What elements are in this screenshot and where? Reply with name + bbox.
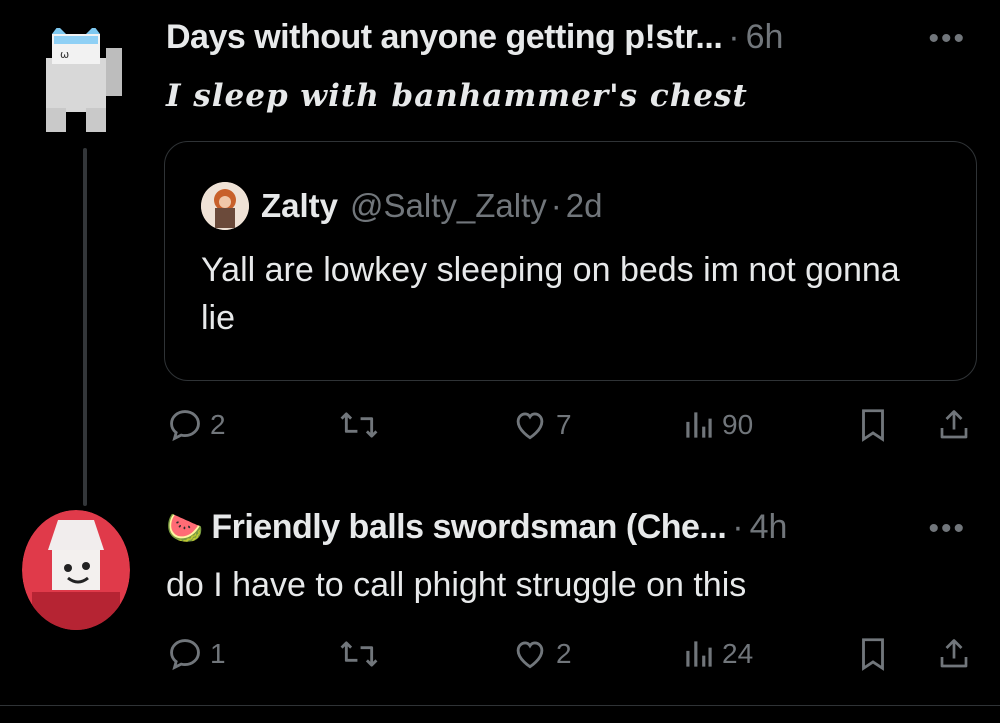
quote-separator: · bbox=[550, 187, 562, 224]
quote-handle[interactable]: @Salty_Zalty bbox=[350, 187, 547, 225]
quote-header: Zalty @Salty_Zalty · 2d bbox=[201, 182, 602, 230]
like-count: 2 bbox=[556, 638, 572, 669]
reply-button[interactable]: 2 bbox=[166, 406, 226, 444]
post-time[interactable]: 4h bbox=[750, 508, 788, 547]
post-2[interactable]: 🍉 Friendly balls swordsman (Che... · 4h … bbox=[0, 470, 1000, 705]
action-bar: 2 7 90 bbox=[166, 406, 976, 446]
separator-dot: · bbox=[728, 18, 740, 56]
share-button[interactable] bbox=[936, 406, 972, 444]
avatar[interactable]: ω bbox=[40, 28, 128, 132]
post-time[interactable]: 6h bbox=[746, 18, 784, 57]
share-icon bbox=[940, 410, 968, 439]
views-icon bbox=[686, 412, 712, 438]
repost-icon bbox=[340, 641, 378, 667]
quote-author-name[interactable]: Zalty bbox=[261, 187, 338, 225]
views-count: 90 bbox=[722, 409, 754, 440]
post-1[interactable]: ω Days without anyone getting p!str... ·… bbox=[0, 0, 1000, 506]
quote-time[interactable]: 2d bbox=[566, 187, 603, 225]
bookmark-icon bbox=[862, 638, 884, 671]
repost-button[interactable] bbox=[336, 635, 382, 673]
repost-button[interactable] bbox=[336, 406, 382, 444]
heart-icon bbox=[516, 641, 544, 669]
more-options-icon[interactable]: ••• bbox=[928, 22, 966, 56]
zalty-avatar-icon bbox=[201, 182, 249, 230]
cat-avatar-icon: ω bbox=[46, 28, 122, 132]
divider bbox=[0, 705, 1000, 706]
bookmark-icon bbox=[862, 409, 884, 442]
reply-count: 2 bbox=[210, 409, 226, 440]
author-name[interactable]: Friendly balls swordsman (Che... bbox=[211, 508, 726, 547]
views-button[interactable]: 24 bbox=[682, 635, 753, 673]
quote-avatar bbox=[201, 182, 249, 230]
post-text: do I have to call phight struggle on thi… bbox=[166, 566, 747, 604]
watermelon-emoji: 🍉 bbox=[166, 512, 204, 545]
post-header: 🍉 Friendly balls swordsman (Che... · 4h bbox=[166, 508, 787, 547]
like-button[interactable]: 7 bbox=[510, 406, 572, 444]
svg-text:ω: ω bbox=[60, 48, 69, 61]
thread-line bbox=[83, 148, 87, 506]
swordsman-avatar-icon bbox=[22, 510, 130, 630]
reply-button[interactable]: 1 bbox=[166, 635, 226, 673]
more-options-icon[interactable]: ••• bbox=[928, 512, 966, 546]
views-icon bbox=[686, 641, 712, 667]
post-text: I sleep with banhammer's chest bbox=[166, 78, 748, 114]
separator-dot: · bbox=[732, 508, 744, 546]
reply-count: 1 bbox=[210, 638, 226, 669]
like-button[interactable]: 2 bbox=[510, 635, 572, 673]
reply-icon bbox=[170, 639, 200, 671]
quote-text: Yall are lowkey sleeping on beds im not … bbox=[201, 251, 900, 337]
post-header: Days without anyone getting p!str... · 6… bbox=[166, 18, 783, 57]
quoted-post[interactable]: Zalty @Salty_Zalty · 2d Yall are lowkey … bbox=[164, 141, 977, 381]
share-icon bbox=[940, 639, 968, 668]
views-button[interactable]: 90 bbox=[682, 406, 753, 444]
author-name[interactable]: Days without anyone getting p!str... bbox=[166, 18, 723, 57]
repost-icon bbox=[340, 412, 378, 438]
action-bar: 1 2 24 bbox=[166, 635, 976, 675]
bookmark-button[interactable] bbox=[856, 635, 890, 673]
reply-icon bbox=[170, 410, 200, 442]
share-button[interactable] bbox=[936, 635, 972, 673]
views-count: 24 bbox=[722, 638, 754, 669]
heart-icon bbox=[516, 412, 544, 440]
bookmark-button[interactable] bbox=[856, 406, 890, 444]
like-count: 7 bbox=[556, 409, 572, 440]
avatar[interactable] bbox=[22, 510, 130, 630]
